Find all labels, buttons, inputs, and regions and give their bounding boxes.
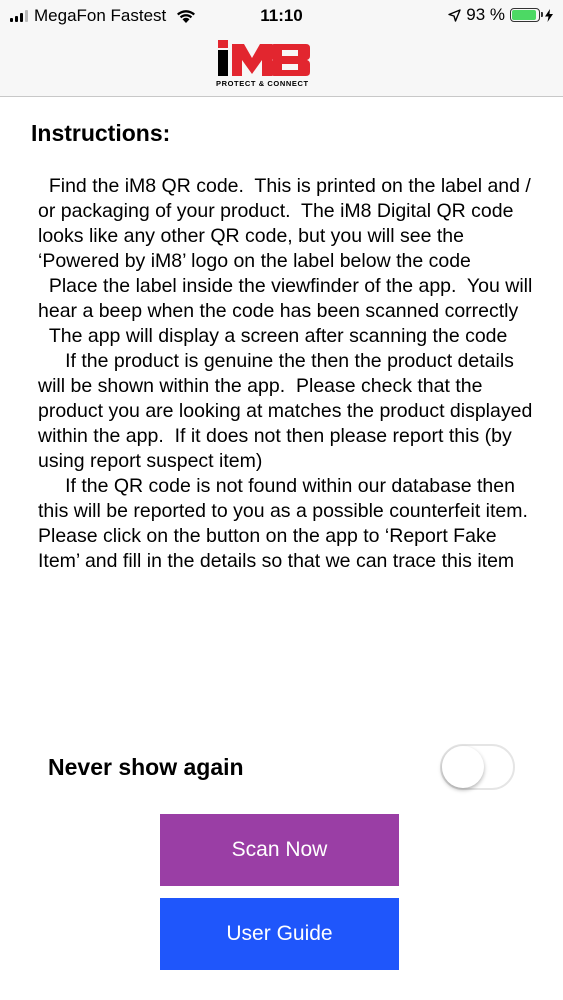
location-arrow-icon (448, 8, 461, 22)
status-right: 93 % (448, 5, 553, 25)
charging-bolt-icon (545, 8, 553, 22)
never-show-again-toggle[interactable] (440, 744, 515, 790)
never-show-again-label: Never show again (48, 754, 244, 780)
status-bar: MegaFon Fastest 11:10 93 % (0, 0, 563, 34)
battery-percent: 93 % (466, 5, 505, 24)
im8-logo: PROTECT & CONNECT (0, 38, 563, 93)
app-header: PROTECT & CONNECT (0, 34, 563, 97)
im8-logo-mark: PROTECT & CONNECT (216, 40, 310, 88)
battery-icon (510, 8, 543, 22)
user-guide-button[interactable]: User Guide (160, 898, 399, 970)
logo-tagline: PROTECT & CONNECT (216, 79, 309, 88)
instructions-text: Find the iM8 QR code. This is printed on… (38, 175, 533, 572)
scan-now-button[interactable]: Scan Now (160, 814, 399, 886)
page-title: Instructions: (31, 120, 171, 146)
toggle-knob (442, 746, 484, 788)
